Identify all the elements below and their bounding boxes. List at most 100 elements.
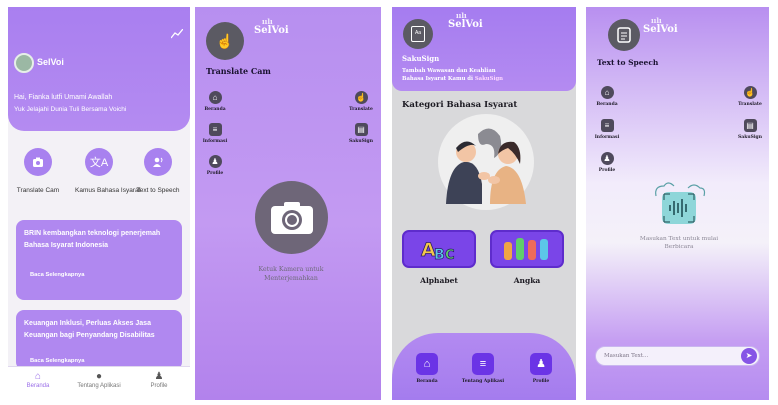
svg-text:C: C [445,248,455,263]
info-icon: ● [95,371,103,382]
document-icon [608,19,640,51]
home-screen: SelVoi Hai, Fianka lutfi Umami Awallah Y… [8,7,190,400]
sidenav-sakusign[interactable]: ▤ SakuSign [735,119,765,140]
sidenav-label: Translate [738,102,762,107]
news-card[interactable]: Keuangan Inklusi, Perluas Akses Jasa Keu… [16,310,182,370]
document-icon: ≡ [600,119,614,132]
category-angka-card[interactable] [490,230,564,268]
nav-label: Profile [150,383,168,389]
nav-beranda[interactable]: ⌂ Beranda [8,371,68,389]
speech-icon [144,148,172,176]
nav-beranda[interactable]: ⌂ Beranda [402,353,452,384]
person-icon: ♟ [600,152,614,165]
brand-name: ıılı SelVoi [643,16,678,35]
feature-kamus[interactable]: 文A Kamus Bahasa Isyarat [75,148,140,194]
home-icon: ⌂ [416,353,438,375]
nav-label: Profile [532,379,550,384]
nav-tentang[interactable]: ● Tentang Aplikasi [69,371,129,389]
sakusign-logo: Aa [403,19,433,49]
nav-profile[interactable]: ♟ Profile [129,371,189,389]
camera-button[interactable] [255,181,328,254]
read-more-link[interactable]: Baca Selengkapnya [30,358,84,364]
activity-icon[interactable] [171,29,183,39]
document-icon: ≡ [208,123,222,136]
sakusign-screen: Aa ıılı SelVoi SakuSign Tambah Wawasan d… [392,7,576,400]
sidenav-informasi[interactable]: ≡ Informasi [592,119,622,140]
person-icon: ♟ [530,353,552,375]
nav-tentang[interactable]: ≡ Tentang Aplikasi [458,353,508,384]
nav-label: Tentang Aplikasi [77,383,121,389]
hand-icon: ☝ [354,91,368,104]
home-icon: ⌂ [34,371,42,382]
sidenav-label: Beranda [596,102,618,107]
camera-hint: Ketuk Kamera untuk Menterjemahkan [258,266,324,282]
camera-icon [270,201,313,234]
translate-cam-screen: ☝ ıılı SelVoi Translate Cam ⌂ Beranda ≡ … [195,7,381,400]
category-label: Alphabet [420,276,458,285]
bottom-nav: ⌂ Beranda ≡ Tentang Aplikasi ♟ Profile [392,333,576,400]
sakusign-header: Aa ıılı SelVoi SakuSign Tambah Wawasan d… [392,7,576,91]
app-name: SelVoi [37,57,64,67]
book-icon: ▤ [743,119,757,132]
voice-cloud-illustration [655,182,706,224]
nav-profile[interactable]: ♟ Profile [516,353,566,384]
brand-name: ıılı SelVoi [254,17,289,36]
nav-label: Beranda [416,379,438,384]
person-icon: ♟ [208,155,222,168]
sidenav-label: Beranda [204,107,226,112]
sidenav-label: Profile [206,171,224,176]
subtitle-text: Yuk Jelajahi Dunia Tuli Bersama Voichi [14,106,127,113]
feature-translate-cam[interactable]: Translate Cam [14,148,62,194]
sidenav-beranda[interactable]: ⌂ Beranda [592,86,622,107]
translate-icon: 文A [85,148,113,176]
document-icon: ≡ [472,353,494,375]
category-label: Angka [513,276,541,285]
sidenav-label: Translate [349,107,373,112]
home-header: SelVoi Hai, Fianka lutfi Umami Awallah Y… [8,7,190,131]
app-name: SakuSign [402,54,440,63]
feature-label: Translate Cam [16,187,60,194]
book-icon: ▤ [354,123,368,136]
sidenav-profile[interactable]: ♟ Profile [592,152,622,173]
news-title: Keuangan Inklusi, Perluas Akses Jasa Keu… [24,320,155,339]
svg-text:B: B [434,247,445,263]
hand-icon: ☝ [743,86,757,99]
sound-wave-icon: ıılı [262,17,273,26]
sidenav-profile[interactable]: ♟ Profile [200,155,230,176]
nav-label: Tentang Aplikasi [461,379,505,384]
camera-icon [24,148,52,176]
sign-language-illustration [438,114,534,210]
feature-text-to-speech[interactable]: Text to Speech [134,148,182,194]
tts-hint: Masukan Text untuk mulai Berbicara [639,236,719,250]
greeting-text: Hai, Fianka lutfi Umami Awallah [14,94,113,101]
send-icon[interactable]: ➤ [741,348,757,364]
sidenav-sakusign[interactable]: ▤ SakuSign [346,123,376,144]
text-input[interactable]: Masukan Text... [595,346,760,366]
category-alphabet-card[interactable]: A B C [402,230,476,268]
home-icon: ⌂ [208,91,222,104]
hand-icon: ☝ [206,22,244,60]
nav-label: Beranda [26,383,50,389]
sidenav-label: Informasi [202,139,228,144]
sidenav-beranda[interactable]: ⌂ Beranda [200,91,230,112]
sidenav-informasi[interactable]: ≡ Informasi [200,123,230,144]
sidenav-label: Profile [598,168,616,173]
hands-numbers-icon [504,238,548,260]
section-title: Kategori Bahasa Isyarat [402,100,518,110]
read-more-link[interactable]: Baca Selengkapnya [30,272,84,278]
page-title: Translate Cam [206,66,271,76]
tagline: Tambah Wawasan dan Keahlian Bahasa Isyar… [402,68,504,82]
app-logo [14,53,34,73]
abc-icon: A B C [421,239,455,263]
sidenav-label: SakuSign [738,135,762,140]
page-title: Text to Speech [597,58,659,67]
news-card[interactable]: BRIN kembangkan teknologi penerjemah Bah… [16,220,182,300]
sound-wave-icon: ıılı [456,11,467,20]
sidenav-translate[interactable]: ☝ Translate [735,86,765,107]
sidenav-label: SakuSign [349,139,373,144]
bottom-nav: ⌂ Beranda ● Tentang Aplikasi ♟ Profile [8,366,190,400]
brand-name: ıılı SelVoi [448,11,483,30]
home-icon: ⌂ [600,86,614,99]
sidenav-translate[interactable]: ☝ Translate [346,91,376,112]
person-icon: ♟ [154,371,164,382]
